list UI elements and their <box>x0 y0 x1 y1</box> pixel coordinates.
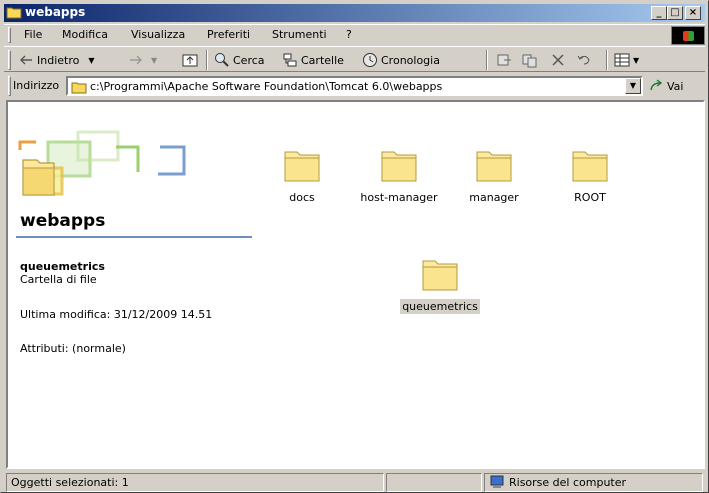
status-pane-empty <box>386 473 482 492</box>
views-icon <box>614 53 630 67</box>
minimize-button[interactable]: _ <box>651 6 667 20</box>
window-title: webapps <box>25 5 86 19</box>
explorer-window: webapps _ □ × File Modifica Visualizza P… <box>0 0 709 493</box>
up-folder-icon <box>182 54 198 67</box>
copy-to-button[interactable] <box>522 50 538 70</box>
folder-label: queuemetrics <box>400 299 480 314</box>
search-icon <box>215 53 229 67</box>
go-label: Vai <box>667 79 684 93</box>
folder-icon <box>422 260 458 291</box>
address-value: c:\Programmi\Apache Software Foundation\… <box>90 80 443 93</box>
history-icon <box>363 53 377 67</box>
folder-label: ROOT <box>574 191 606 204</box>
back-arrow-icon <box>20 55 32 65</box>
address-input[interactable]: c:\Programmi\Apache Software Foundation\… <box>66 76 643 96</box>
go-button[interactable]: Vai <box>649 78 683 94</box>
status-location-label: Risorse del computer <box>509 475 627 489</box>
folder-label: docs <box>289 191 315 204</box>
my-computer-icon <box>490 475 504 488</box>
back-label: Indietro <box>37 53 80 67</box>
toolbar-separator <box>486 50 488 70</box>
selected-item-name: queuemetrics <box>20 260 105 273</box>
delete-button[interactable] <box>550 50 566 70</box>
folders-label: Cartelle <box>301 53 344 67</box>
folder-icon <box>381 151 417 182</box>
folder-icon <box>476 151 512 182</box>
forward-arrow-icon <box>130 55 142 65</box>
address-bar: Indirizzo c:\Programmi\Apache Software F… <box>4 74 705 98</box>
search-button[interactable]: Cerca <box>214 50 265 70</box>
undo-button[interactable] <box>576 50 592 70</box>
windows-logo-icon <box>671 26 705 45</box>
search-label: Cerca <box>233 53 265 67</box>
status-selected-count: Oggetti selezionati: 1 <box>6 473 384 492</box>
folder-item[interactable]: ROOT <box>540 148 640 205</box>
up-folder-button[interactable] <box>182 50 198 70</box>
folder-title: webapps <box>20 211 106 231</box>
folder-icon <box>572 151 608 182</box>
folder-label: host-manager <box>360 191 438 204</box>
menu-file[interactable]: File <box>24 28 42 41</box>
chevron-down-icon[interactable]: ▼ <box>88 56 94 65</box>
title-bar[interactable]: webapps _ □ × <box>4 4 705 22</box>
chevron-down-icon[interactable]: ▼ <box>633 56 639 65</box>
folders-button[interactable]: Cartelle <box>282 50 344 70</box>
status-location: Risorse del computer <box>484 473 703 492</box>
title-underline <box>16 236 252 238</box>
chevron-down-icon[interactable]: ▼ <box>151 56 157 65</box>
folder-item[interactable]: manager <box>444 148 544 205</box>
forward-button[interactable]: ▼ <box>128 50 157 70</box>
toolbar: Indietro ▼ ▼ Cerca Cartelle Cronologia ▼ <box>4 46 705 72</box>
folder-view[interactable]: webapps queuemetrics Cartella di file Ul… <box>6 100 705 469</box>
address-grip[interactable] <box>8 76 11 96</box>
status-bar: Oggetti selezionati: 1 Risorse del compu… <box>4 472 705 492</box>
folder-label: manager <box>469 191 519 204</box>
close-button[interactable]: × <box>685 6 701 20</box>
menu-preferiti[interactable]: Preferiti <box>207 28 250 41</box>
menu-help[interactable]: ? <box>346 28 352 41</box>
history-label: Cronologia <box>381 53 440 67</box>
move-to-button[interactable] <box>496 50 512 70</box>
folder-icon <box>71 82 87 94</box>
address-dropdown-button[interactable]: ▼ <box>625 78 641 94</box>
selected-item-type: Cartella di file <box>20 273 97 286</box>
toolbar-separator <box>606 50 608 70</box>
go-arrow-icon <box>650 79 663 91</box>
toolbar-grip[interactable] <box>8 50 11 70</box>
views-button[interactable]: ▼ <box>614 50 639 70</box>
folder-item[interactable]: queuemetrics <box>390 257 490 314</box>
folder-icon <box>284 151 320 182</box>
maximize-button[interactable]: □ <box>667 6 683 20</box>
folder-item[interactable]: docs <box>252 148 352 205</box>
folder-item[interactable]: host-manager <box>349 148 449 205</box>
folders-tree-icon <box>283 53 297 67</box>
toolbar-separator <box>206 50 208 70</box>
menu-grip[interactable] <box>8 27 11 43</box>
menu-modifica[interactable]: Modifica <box>62 28 108 41</box>
menu-bar: File Modifica Visualizza Preferiti Strum… <box>4 24 705 45</box>
menu-strumenti[interactable]: Strumenti <box>272 28 327 41</box>
history-button[interactable]: Cronologia <box>362 50 440 70</box>
address-label: Indirizzo <box>13 79 60 92</box>
menu-visualizza[interactable]: Visualizza <box>131 28 185 41</box>
selected-item-modified: Ultima modifica: 31/12/2009 14.51 <box>20 308 213 321</box>
folder-icon <box>6 7 22 19</box>
move-to-icon <box>497 54 511 66</box>
selected-item-attributes: Attributi: (normale) <box>20 342 126 355</box>
copy-to-icon <box>522 54 537 68</box>
undo-icon <box>577 55 590 65</box>
back-button[interactable]: Indietro ▼ <box>18 50 95 70</box>
delete-icon <box>552 54 564 66</box>
